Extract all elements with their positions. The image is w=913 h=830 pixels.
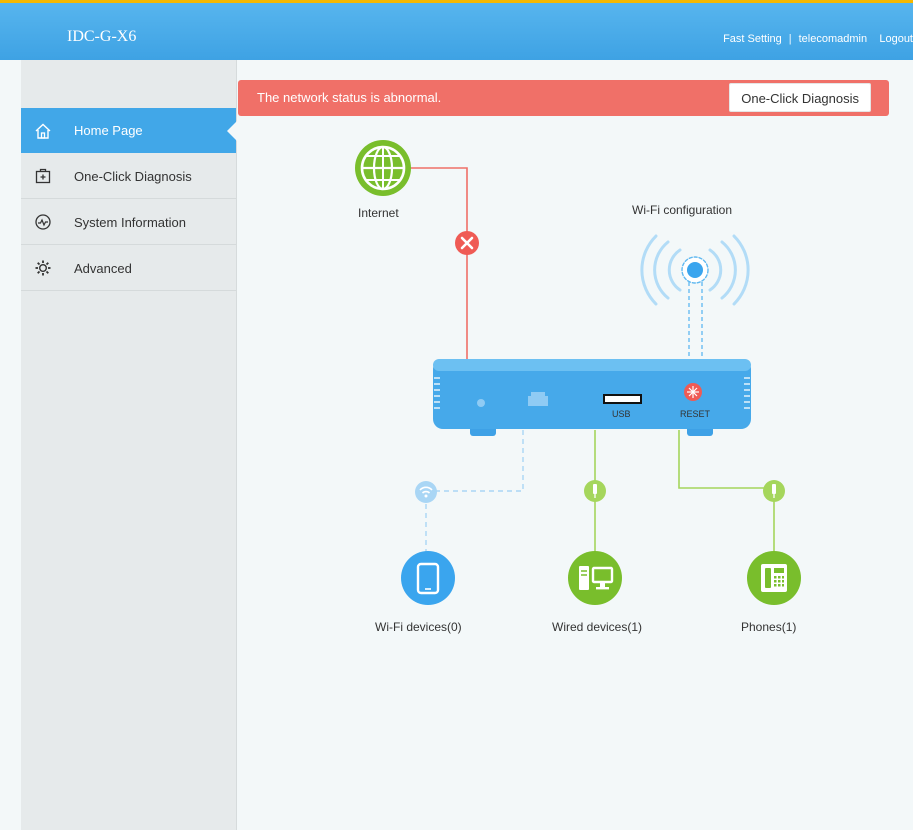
internet-link-line — [400, 167, 468, 360]
usb-label: USB — [612, 409, 631, 419]
internet-label: Internet — [358, 206, 399, 220]
phone-link-icon — [763, 480, 785, 502]
connection-error-icon — [455, 231, 479, 255]
ethernet-port-icon — [528, 392, 548, 406]
usb-port-icon — [603, 394, 642, 404]
wired-devices-computer-icon[interactable] — [568, 551, 622, 605]
wifi-signal-icon[interactable] — [640, 234, 750, 306]
phones-label[interactable]: Phones(1) — [741, 620, 796, 634]
reset-label: RESET — [680, 409, 711, 419]
wifi-configuration-link[interactable]: Wi-Fi configuration — [632, 203, 732, 217]
wired-link-icon — [584, 480, 606, 502]
wifi-devices-link-line — [425, 430, 524, 572]
wifi-devices-tablet-icon[interactable] — [401, 551, 455, 605]
wired-devices-label[interactable]: Wired devices(1) — [552, 620, 642, 634]
wifi-devices-label[interactable]: Wi-Fi devices(0) — [375, 620, 462, 634]
router-device — [433, 359, 751, 436]
internet-globe-icon[interactable] — [355, 140, 411, 196]
phones-link-line — [678, 430, 775, 575]
wifi-antenna-line — [688, 282, 703, 362]
power-port-icon — [477, 399, 485, 407]
phones-telephone-icon[interactable] — [747, 551, 801, 605]
network-topology-diagram — [355, 140, 801, 605]
wifi-link-icon — [415, 481, 437, 503]
